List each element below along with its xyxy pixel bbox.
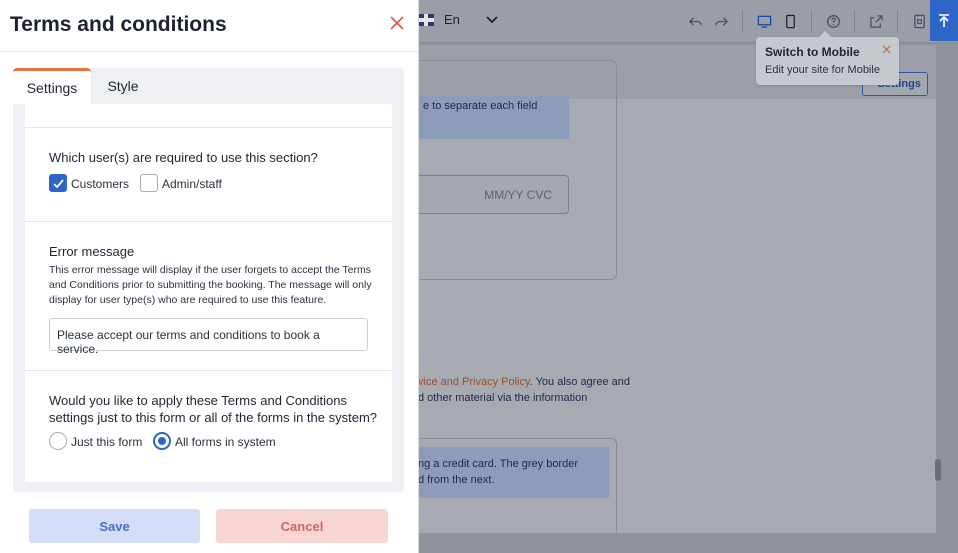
toolbar-divider [742,10,743,32]
panel-title: Terms and conditions [10,13,227,36]
close-icon[interactable] [390,16,408,34]
redo-icon[interactable] [710,9,732,33]
payment-info-box [418,447,609,498]
all-forms-radio[interactable] [153,432,171,450]
tab-style[interactable]: Style [91,68,155,104]
language-label: En [444,12,460,27]
just-this-form-radio[interactable] [49,432,67,450]
save-button[interactable]: Save [29,509,200,543]
chevron-down-icon [486,13,498,27]
toolbar-divider [811,10,812,32]
close-icon[interactable] [882,43,891,57]
admin-staff-checkbox[interactable] [140,174,158,192]
save-page-icon[interactable] [908,9,930,33]
users-question: Which user(s) are required to use this s… [49,150,318,165]
panel-header: Terms and conditions [0,0,418,52]
users-section: Which user(s) are required to use this s… [25,127,392,222]
external-link-icon[interactable] [865,9,887,33]
booking-card [418,60,617,280]
error-message-section: Error message This error message will di… [25,221,392,371]
info-box-text: e to separate each field [423,100,538,112]
tabs-container: Settings Style Which user(s) are require… [13,68,404,492]
error-message-description: This error message will display if the u… [49,264,372,306]
mobile-tooltip: Switch to Mobile Edit your site for Mobi… [756,31,899,85]
desktop-icon[interactable] [753,9,775,33]
error-message-input[interactable]: Please accept our terms and conditions t… [49,318,368,356]
scroll-top-icon[interactable] [930,0,958,41]
toolbar-divider [854,10,855,32]
tooltip-title: Switch to Mobile [765,45,860,59]
checkmark-icon [53,179,64,189]
undo-icon[interactable] [684,9,706,33]
policy-line-2: d other material via the information [418,392,588,404]
mobile-icon[interactable] [779,9,801,33]
uk-flag-icon [418,13,434,26]
tooltip-body: Edit your site for Mobile [765,64,880,76]
cancel-button[interactable]: Cancel [216,509,388,543]
customers-label: Customers [71,177,130,191]
toolbar-divider [897,10,898,32]
toolbar-actions [684,9,930,33]
payment-info-line-1: ng a credit card. The grey border [418,458,578,470]
error-message-heading: Error message [49,244,135,259]
admin-staff-label: Admin/staff [162,177,222,191]
all-forms-label: All forms in system [175,435,276,449]
terms-settings-panel: Terms and conditions Settings Style Whic… [0,0,419,553]
scope-question: Would you like to apply these Terms and … [49,393,378,425]
settings-content: Which user(s) are required to use this s… [25,104,392,482]
payment-info-line-2: d from the next. [418,474,495,486]
policy-line-1: vice and Privacy Policy. You also agree … [418,376,630,388]
just-this-form-label: Just this form [71,435,143,449]
language-selector[interactable]: En [418,12,498,27]
tab-settings[interactable]: Settings [13,68,91,104]
canvas-scrollbar[interactable] [935,459,941,481]
customers-checkbox[interactable] [49,174,67,192]
card-input[interactable]: MM/YY CVC [418,175,569,214]
scope-section: Would you like to apply these Terms and … [25,370,392,480]
help-icon[interactable] [822,9,844,33]
